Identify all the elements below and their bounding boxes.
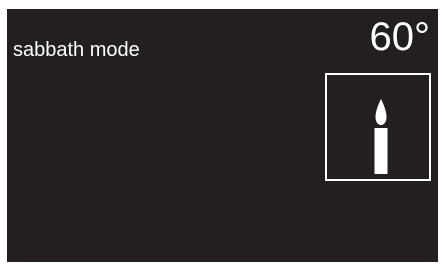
sabbath-candle-button[interactable] bbox=[325, 73, 431, 181]
temperature-readout: 60° bbox=[369, 15, 431, 59]
candle-flame bbox=[375, 99, 387, 125]
display-screen: sabbath mode 60° bbox=[7, 9, 438, 262]
candle-body bbox=[374, 128, 388, 174]
mode-label: sabbath mode bbox=[13, 39, 140, 61]
candle-icon bbox=[374, 99, 388, 174]
